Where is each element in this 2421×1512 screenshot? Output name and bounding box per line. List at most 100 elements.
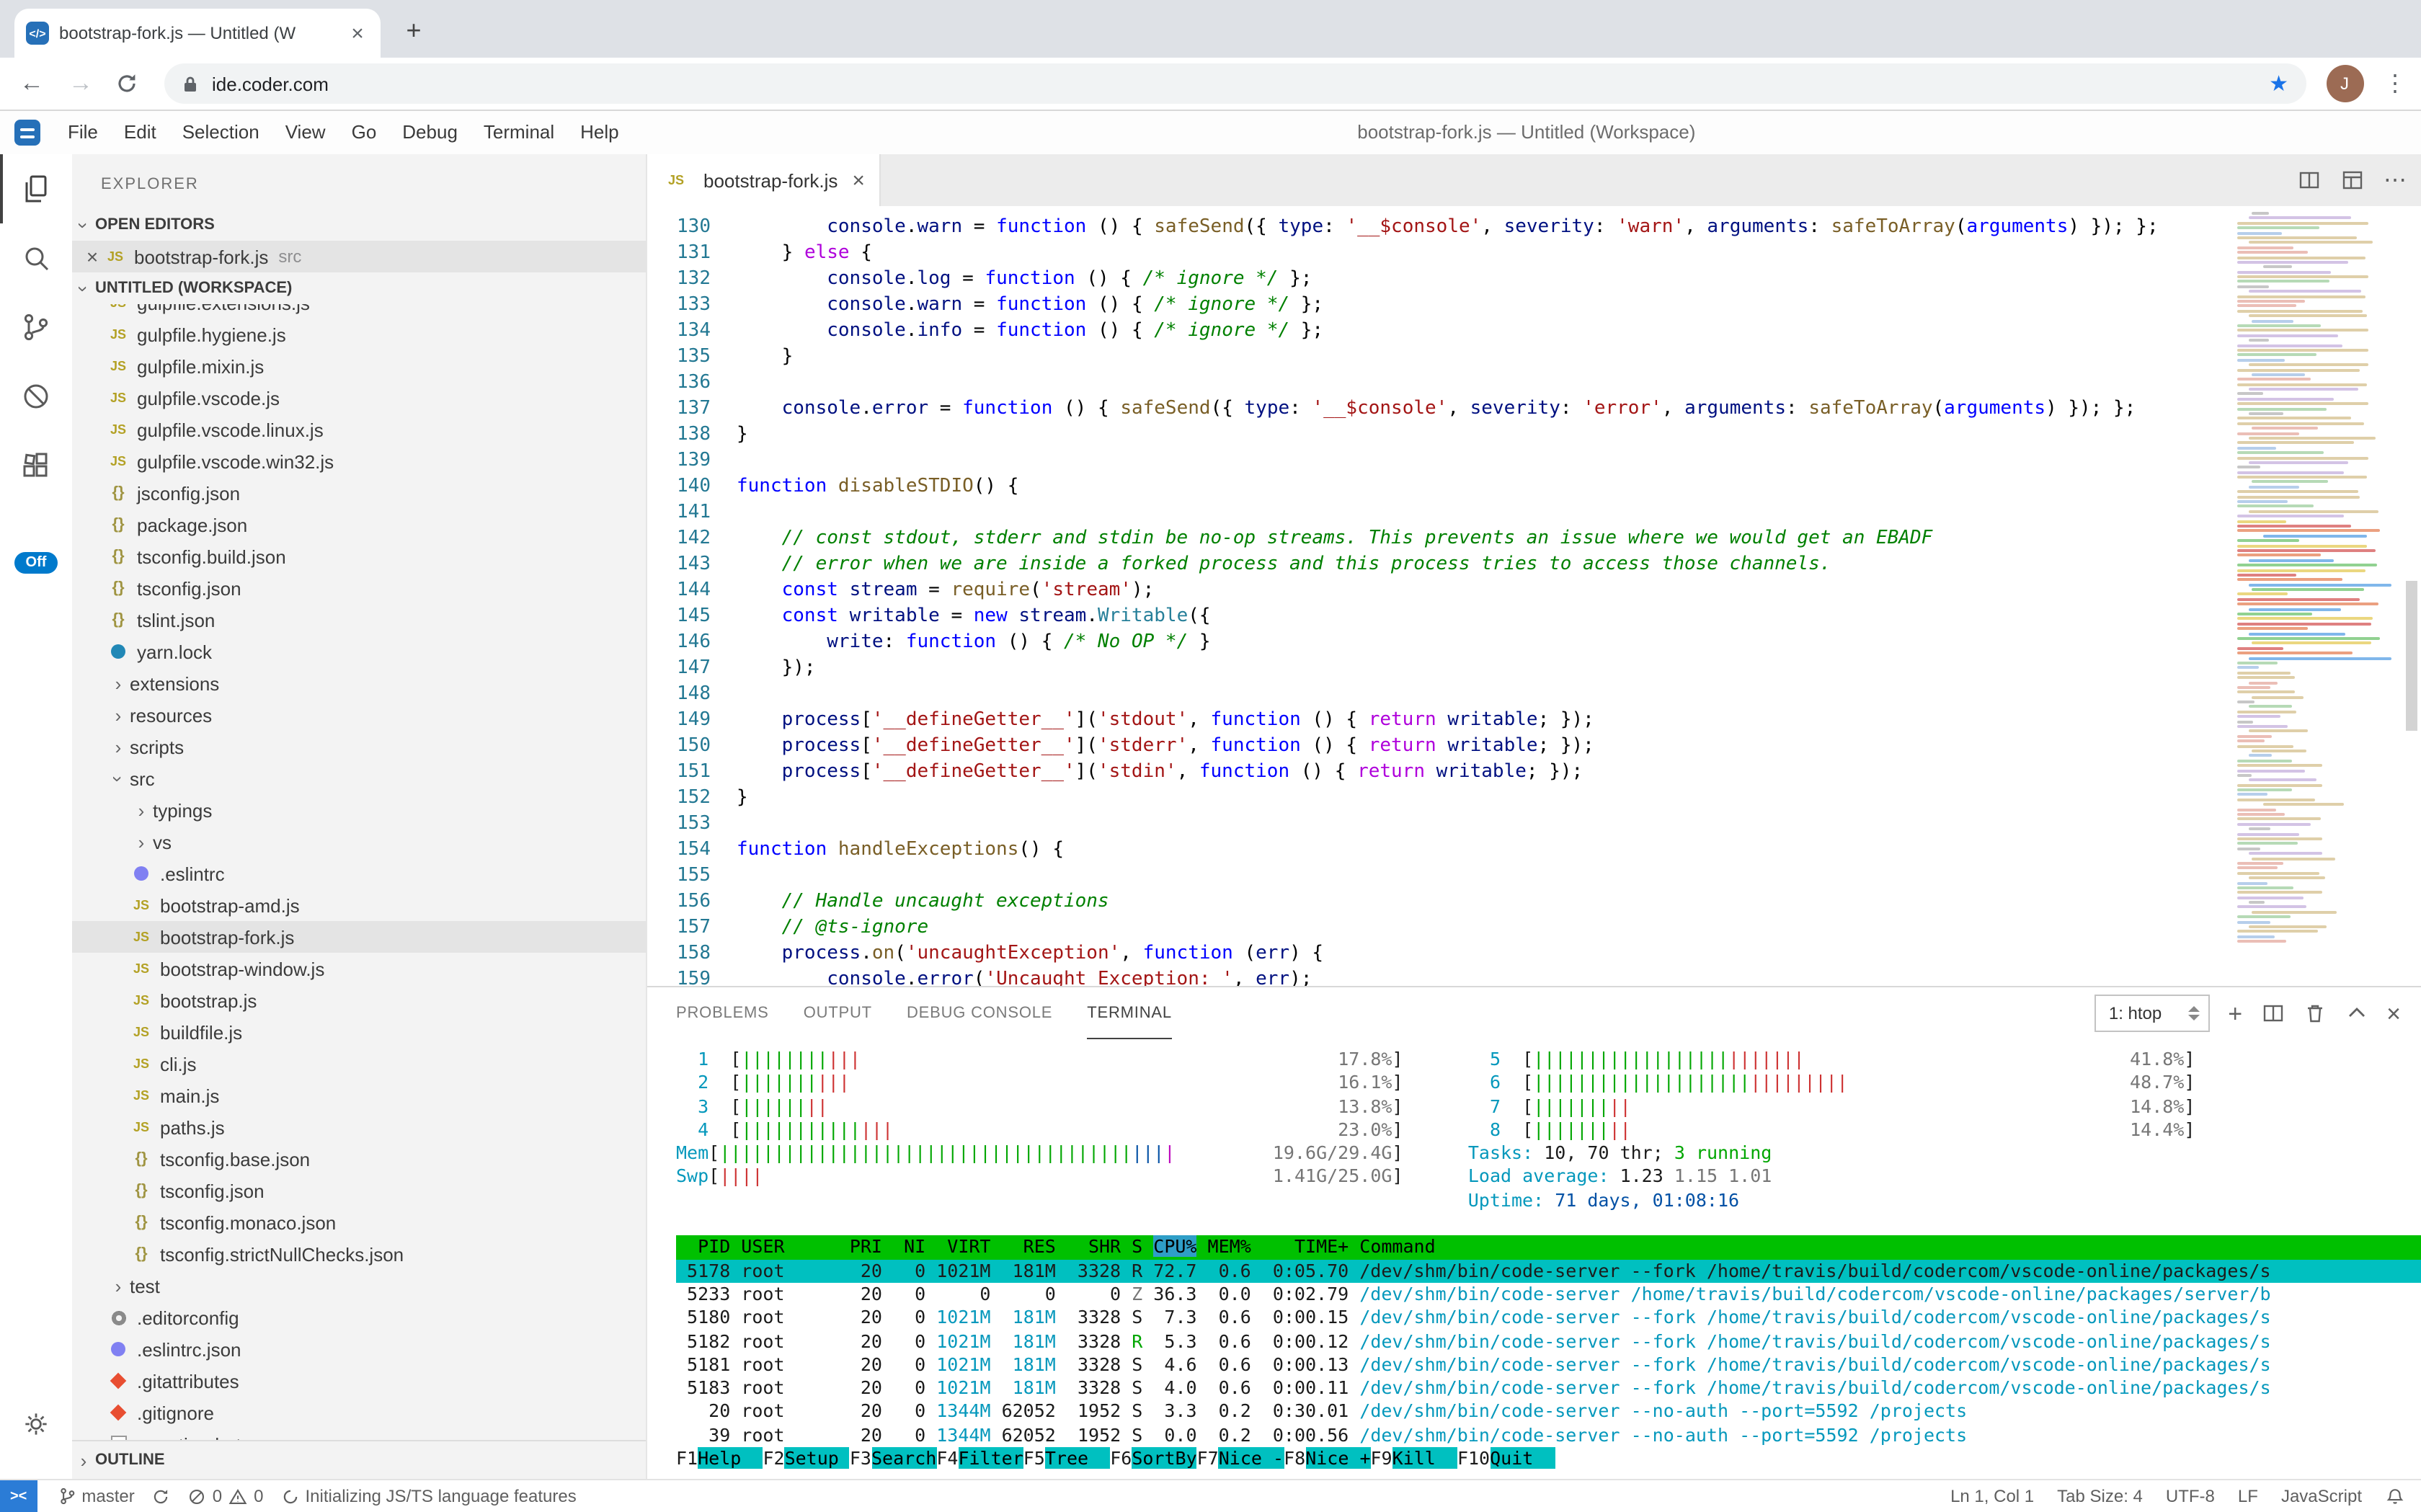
menu-debug[interactable]: Debug: [389, 111, 471, 154]
manage-button[interactable]: [0, 1389, 72, 1459]
panel-tab-output[interactable]: OUTPUT: [804, 987, 872, 1039]
tree-item[interactable]: ›extensions: [72, 667, 646, 699]
tree-item[interactable]: {}tsconfig.monaco.json: [72, 1206, 646, 1238]
editor-scrollbar[interactable]: [2405, 581, 2417, 731]
tree-item[interactable]: JScli.js: [72, 1048, 646, 1080]
sync-icon[interactable]: [152, 1487, 171, 1506]
menu-edit[interactable]: Edit: [111, 111, 169, 154]
close-icon[interactable]: ×: [852, 168, 865, 192]
tree-item[interactable]: ›typings: [72, 794, 646, 826]
terminal-selector[interactable]: 1: htop: [2095, 995, 2209, 1032]
menu-help[interactable]: Help: [567, 111, 632, 154]
tree-item[interactable]: JSpaths.js: [72, 1111, 646, 1143]
section-label: OPEN EDITORS: [95, 216, 215, 234]
browser-menu-icon[interactable]: ⋮: [2384, 69, 2404, 98]
sidebar-item-debug[interactable]: [0, 362, 72, 431]
maximize-panel-icon[interactable]: [2345, 1002, 2368, 1025]
tree-item[interactable]: yarn.lock: [72, 636, 646, 667]
menu-terminal[interactable]: Terminal: [471, 111, 567, 154]
close-icon[interactable]: ×: [81, 245, 104, 268]
menu-go[interactable]: Go: [339, 111, 390, 154]
tree-item[interactable]: ›src: [72, 762, 646, 794]
panel-tab-terminal[interactable]: TERMINAL: [1087, 987, 1172, 1039]
menu-selection[interactable]: Selection: [169, 111, 272, 154]
section-workspace[interactable]: › UNTITLED (WORKSPACE): [72, 272, 646, 304]
tree-item[interactable]: .eslintrc: [72, 858, 646, 889]
terminal-output[interactable]: 1 [||||||||||| 17.8%] 5 [|||||||||||||||…: [647, 1039, 2421, 1482]
tree-item[interactable]: {}tsconfig.strictNullChecks.json: [72, 1238, 646, 1270]
reload-button[interactable]: [115, 72, 144, 95]
tab-close-icon[interactable]: ×: [346, 21, 369, 45]
bookmark-star-icon[interactable]: ★: [2269, 71, 2288, 97]
close-panel-icon[interactable]: ×: [2386, 1001, 2401, 1026]
sidebar-item-search[interactable]: [0, 223, 72, 293]
back-button[interactable]: ←: [17, 69, 46, 98]
sidebar-item-explorer[interactable]: [0, 154, 72, 223]
forward-button[interactable]: →: [66, 69, 95, 98]
tree-item[interactable]: JSmain.js: [72, 1080, 646, 1111]
minimap[interactable]: [2228, 206, 2401, 986]
browser-tab[interactable]: </> bootstrap-fork.js — Untitled (W ×: [14, 9, 381, 58]
more-actions-icon[interactable]: ⋯: [2384, 166, 2407, 195]
tree-item[interactable]: .mention-bot: [72, 1428, 646, 1440]
sidebar-item-extensions[interactable]: [0, 431, 72, 500]
tree-item[interactable]: JSgulpfile.mixin.js: [72, 350, 646, 382]
tree-item[interactable]: {}tsconfig.base.json: [72, 1143, 646, 1175]
tree-item[interactable]: JSgulpfile.vscode.js: [72, 382, 646, 414]
new-tab-button[interactable]: +: [395, 12, 432, 49]
language-mode[interactable]: JavaScript: [2281, 1486, 2362, 1506]
tree-item[interactable]: .gitignore: [72, 1397, 646, 1428]
tree-item[interactable]: .gitattributes: [72, 1365, 646, 1397]
tree-item[interactable]: ›scripts: [72, 731, 646, 762]
open-editor-item[interactable]: × JS bootstrap-fork.js src: [72, 241, 646, 272]
remote-indicator[interactable]: ><: [0, 1480, 37, 1512]
split-terminal-icon[interactable]: [2261, 1002, 2284, 1025]
git-branch-item[interactable]: master: [57, 1486, 134, 1506]
menu-view[interactable]: View: [272, 111, 339, 154]
tree-item[interactable]: JSgulpfile.hygiene.js: [72, 319, 646, 350]
tree-item-label: vs: [153, 831, 172, 853]
cursor-position[interactable]: Ln 1, Col 1: [1950, 1486, 2034, 1506]
bell-icon[interactable]: [2385, 1487, 2404, 1506]
kill-terminal-icon[interactable]: [2303, 1002, 2326, 1025]
tree-item[interactable]: .eslintrc.json: [72, 1333, 646, 1365]
indentation[interactable]: Tab Size: 4: [2057, 1486, 2143, 1506]
tree-item[interactable]: JSbootstrap-amd.js: [72, 889, 646, 921]
editor-tab[interactable]: JS bootstrap-fork.js ×: [647, 154, 881, 206]
encoding[interactable]: UTF-8: [2166, 1486, 2215, 1506]
eol-indicator[interactable]: LF: [2238, 1486, 2258, 1506]
problems-item[interactable]: 0 0: [188, 1486, 264, 1506]
code-editor[interactable]: 1301311321331341351361371381391401411421…: [647, 206, 2421, 986]
tree-item[interactable]: {}tsconfig.build.json: [72, 541, 646, 572]
tree-item[interactable]: ›vs: [72, 826, 646, 858]
profile-avatar[interactable]: J: [2326, 65, 2363, 102]
section-outline[interactable]: › OUTLINE: [72, 1440, 646, 1479]
panel-tab-problems[interactable]: PROBLEMS: [676, 987, 769, 1039]
tree-item[interactable]: ›resources: [72, 699, 646, 731]
tree-item[interactable]: {}package.json: [72, 509, 646, 541]
address-bar[interactable]: ide.coder.com ★: [164, 63, 2306, 104]
menu-file[interactable]: File: [55, 111, 111, 154]
tree-item[interactable]: JSbootstrap-window.js: [72, 953, 646, 984]
tree-item[interactable]: {}tsconfig.json: [72, 572, 646, 604]
service-off-badge[interactable]: Off: [14, 552, 58, 574]
tree-item[interactable]: {}tslint.json: [72, 604, 646, 636]
new-terminal-icon[interactable]: +: [2228, 1001, 2242, 1026]
code-line: console.error('Uncaught Exception: ', er…: [737, 967, 2421, 986]
tree-item[interactable]: {}tsconfig.json: [72, 1175, 646, 1206]
tree-item-label: gulpfile.extensions.js: [137, 304, 310, 313]
tree-item[interactable]: {}jsconfig.json: [72, 477, 646, 509]
section-open-editors[interactable]: › OPEN EDITORS: [72, 209, 646, 241]
tree-item[interactable]: .editorconfig: [72, 1302, 646, 1333]
tree-item[interactable]: JSgulpfile.extensions.js: [72, 304, 646, 319]
tree-item[interactable]: JSgulpfile.vscode.win32.js: [72, 445, 646, 477]
tree-item[interactable]: JSbootstrap-fork.js: [72, 921, 646, 953]
split-editor-icon[interactable]: [2297, 169, 2320, 192]
tree-item[interactable]: ›test: [72, 1270, 646, 1302]
panel-tab-debug-console[interactable]: DEBUG CONSOLE: [907, 987, 1052, 1039]
tree-item[interactable]: JSbuildfile.js: [72, 1016, 646, 1048]
layout-icon[interactable]: [2340, 169, 2363, 192]
tree-item[interactable]: JSgulpfile.vscode.linux.js: [72, 414, 646, 445]
sidebar-item-source-control[interactable]: [0, 293, 72, 362]
tree-item[interactable]: JSbootstrap.js: [72, 984, 646, 1016]
